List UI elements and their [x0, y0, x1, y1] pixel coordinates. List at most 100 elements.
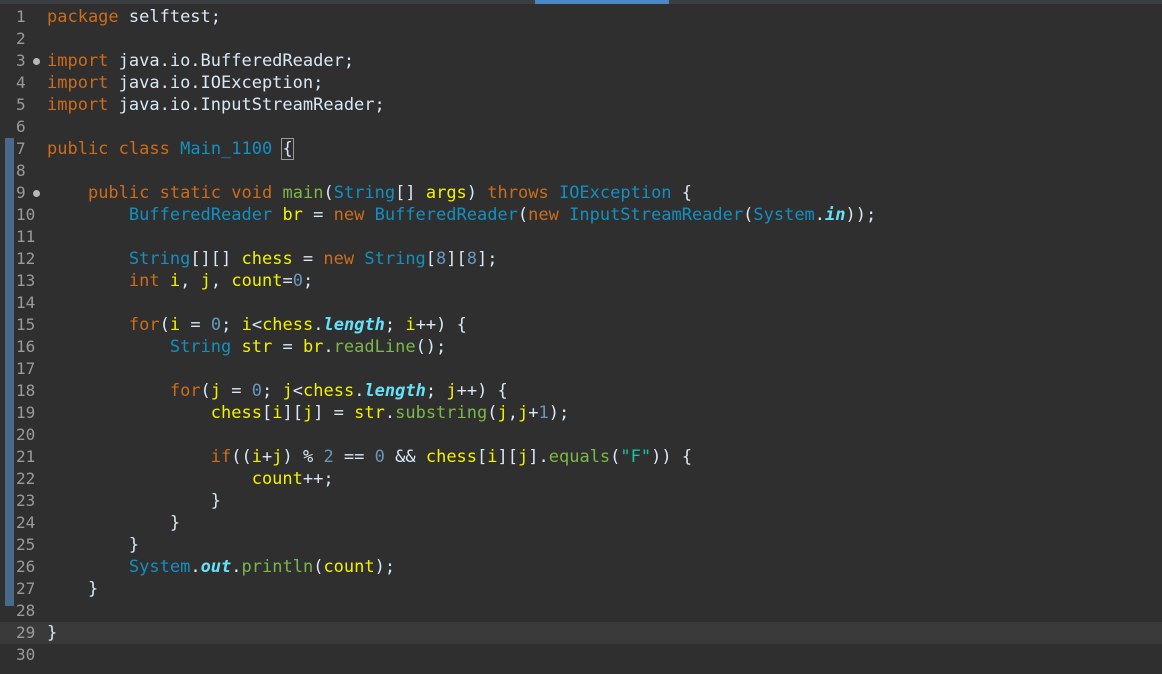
code-line[interactable]: 24 } [0, 512, 1162, 534]
line-code: System.out.println(count); [47, 556, 395, 578]
code-lines[interactable]: 1 package selftest; 2 3 import java.io.Buffe… [0, 6, 1162, 666]
line-code: public class Main_1100 { [47, 138, 294, 160]
code-line[interactable]: 13 int i, j, count=0; [0, 270, 1162, 292]
code-token: 1 [538, 403, 549, 423]
code-line[interactable]: 29} [0, 622, 1162, 644]
code-token: ( [313, 557, 324, 577]
code-token: if [210, 447, 232, 467]
code-token: ); [548, 403, 570, 423]
line-number: 16 [16, 337, 36, 356]
code-token: static [159, 183, 222, 203]
code-token: ]. [528, 447, 549, 467]
code-token: 0 [292, 271, 304, 291]
code-token: . [323, 337, 334, 357]
code-editor[interactable]: 1 package selftest; 2 3 import java.io.Buffe… [0, 0, 1162, 674]
code-token: = [272, 337, 303, 357]
line-number: 11 [16, 227, 36, 246]
code-line[interactable]: 12 String[][] chess = new String[8][8]; [0, 248, 1162, 270]
code-line[interactable]: 1 package selftest; [0, 6, 1162, 28]
code-line[interactable]: 15 for(i = 0; i<chess.length; i++) { [0, 314, 1162, 336]
code-token: count [323, 557, 375, 577]
code-token: = [282, 271, 293, 291]
code-token: ; [221, 315, 242, 335]
code-token: package [47, 7, 119, 27]
code-token: readLine [333, 337, 416, 357]
code-token: + [261, 447, 273, 467]
code-line[interactable]: 5 import java.io.InputStreamReader; [0, 94, 1162, 116]
line-code: public static void main(String[] args) t… [47, 182, 692, 204]
code-token: j [200, 271, 211, 291]
line-number: 4 [16, 73, 26, 92]
line-code: package selftest; [47, 6, 221, 28]
code-token: chess [210, 403, 262, 423]
code-token: [][] [190, 249, 242, 269]
code-token: , [180, 271, 201, 291]
code-token: ); [374, 557, 396, 577]
code-line[interactable]: 30 [0, 644, 1162, 666]
active-tab-indicator[interactable] [535, 0, 669, 4]
code-token: InputStreamReader [569, 205, 744, 225]
code-line[interactable]: 27 } [0, 578, 1162, 600]
code-token: 0 [251, 381, 263, 401]
code-token: equals [548, 447, 611, 467]
code-line[interactable]: 23 } [0, 490, 1162, 512]
code-token: String [169, 337, 232, 357]
code-line[interactable]: 17 [0, 358, 1162, 380]
line-code: BufferedReader br = new BufferedReader(n… [47, 204, 876, 226]
code-token: for [128, 315, 160, 335]
code-line[interactable]: 19 chess[i][j] = str.substring(j,j+1); [0, 402, 1162, 424]
code-token: import [47, 95, 109, 115]
code-token: chess [303, 381, 355, 401]
code-line[interactable]: 28 [0, 600, 1162, 622]
code-token: , [507, 403, 518, 423]
fold-marker-icon[interactable] [33, 190, 40, 197]
code-token: in [825, 205, 846, 225]
code-line[interactable]: 14 [0, 292, 1162, 314]
code-line[interactable]: 4 import java.io.IOException; [0, 72, 1162, 94]
code-line[interactable]: 25 } [0, 534, 1162, 556]
code-token: ) % [282, 447, 324, 467]
line-number: 8 [16, 161, 26, 180]
code-line[interactable]: 21 if((i+j) % 2 == 0 && chess[i][j].equa… [0, 446, 1162, 468]
code-token: j [272, 447, 283, 467]
code-token: "F" [620, 447, 652, 467]
code-token: java.io.IOException; [108, 73, 324, 93]
code-line[interactable]: 3 import java.io.BufferedReader; [0, 50, 1162, 72]
code-token: 8 [436, 249, 447, 269]
code-line[interactable]: 10 BufferedReader br = new BufferedReade… [0, 204, 1162, 226]
code-token: Main_1100 [180, 139, 273, 159]
code-token: j [282, 381, 293, 401]
code-token: ][ [282, 403, 303, 423]
code-token: = [302, 205, 334, 225]
code-token: ][ [497, 447, 519, 467]
code-line[interactable]: 16 String str = br.readLine(); [0, 336, 1162, 358]
code-line[interactable]: 11 [0, 226, 1162, 248]
code-token: import [47, 73, 109, 93]
line-number: 17 [16, 359, 36, 378]
code-line[interactable]: 7 public class Main_1100 { [0, 138, 1162, 160]
code-line[interactable]: 9 public static void main(String[] args)… [0, 182, 1162, 204]
code-token: < [251, 315, 263, 335]
code-line[interactable]: 6 [0, 116, 1162, 138]
code-token: String [128, 249, 191, 269]
code-token: = [221, 381, 252, 401]
line-code: } [47, 622, 57, 644]
code-line[interactable]: 2 [0, 28, 1162, 50]
code-line[interactable]: 20 [0, 424, 1162, 446]
code-token: throws [487, 183, 549, 203]
line-number: 14 [16, 293, 36, 312]
line-code: chess[i][j] = str.substring(j,j+1); [47, 402, 569, 424]
code-line[interactable]: 18 for(j = 0; j<chess.length; j++) { [0, 380, 1162, 402]
fold-marker-icon[interactable] [33, 58, 40, 65]
line-number: 7 [16, 139, 26, 158]
code-token: { [671, 183, 693, 203]
code-line[interactable]: 8 [0, 160, 1162, 182]
code-token: IOException [558, 183, 672, 203]
code-token: str [354, 403, 385, 423]
code-line[interactable]: 22 count++; [0, 468, 1162, 490]
code-line[interactable]: 26 System.out.println(count); [0, 556, 1162, 578]
